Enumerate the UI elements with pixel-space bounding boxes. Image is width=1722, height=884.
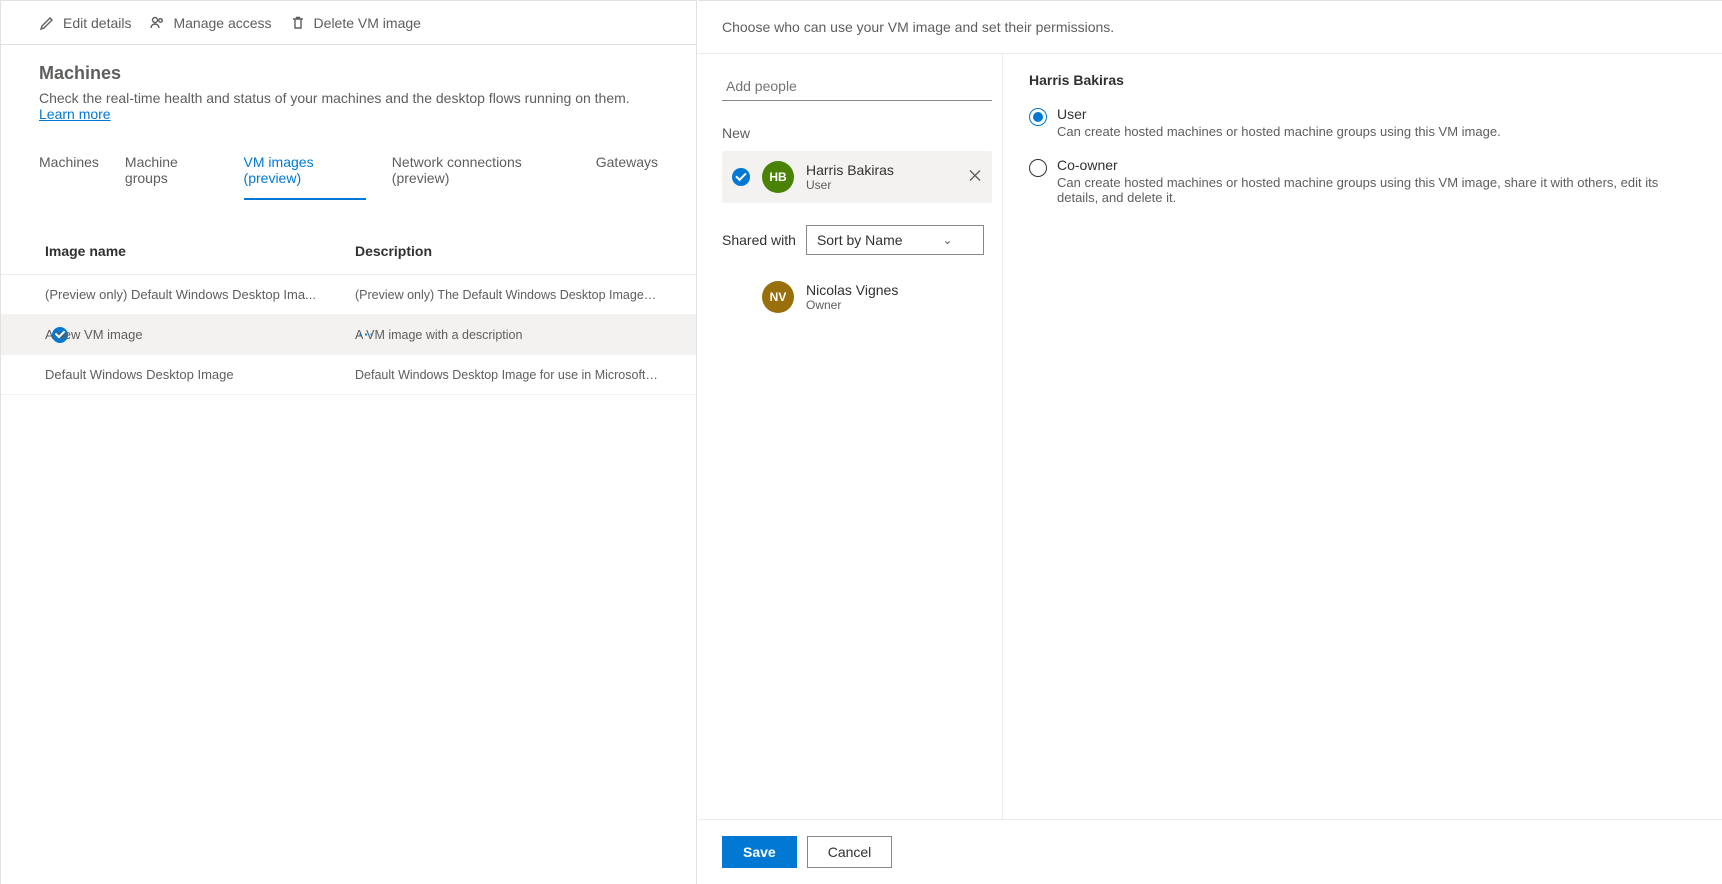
radio-icon [1029, 108, 1047, 126]
chevron-down-icon: ⌄ [943, 233, 953, 247]
person-row-new[interactable]: HB Harris Bakiras User [722, 151, 992, 203]
permission-title: Co-owner [1057, 157, 1696, 173]
tab-gateways[interactable]: Gateways [596, 144, 658, 200]
close-icon [968, 169, 982, 183]
person-role: Owner [806, 298, 898, 312]
tab-bar: Machines Machine groups VM images (previ… [1, 144, 696, 201]
permissions-column: Harris Bakiras User Can create hosted ma… [1003, 54, 1722, 819]
col-description[interactable]: Description [355, 243, 658, 259]
tab-network-connections[interactable]: Network connections (preview) [392, 144, 570, 200]
shared-with-label: Shared with [722, 232, 796, 248]
save-button[interactable]: Save [722, 836, 797, 868]
more-options-icon[interactable]: ⋮ [356, 326, 375, 343]
person-name: Harris Bakiras [806, 162, 894, 178]
check-icon [732, 168, 750, 186]
permission-option-coowner[interactable]: Co-owner Can create hosted machines or h… [1029, 157, 1696, 205]
radio-icon [1029, 159, 1047, 177]
sort-dropdown-label: Sort by Name [817, 232, 903, 248]
tab-machines[interactable]: Machines [39, 144, 99, 200]
tab-machine-groups[interactable]: Machine groups [125, 144, 218, 200]
row-desc: A VM image with a description [355, 328, 658, 342]
delete-vm-label: Delete VM image [314, 15, 421, 31]
permission-desc: Can create hosted machines or hosted mac… [1057, 124, 1501, 139]
permission-title: User [1057, 106, 1501, 122]
remove-person-button[interactable] [968, 169, 982, 186]
avatar: HB [762, 161, 794, 193]
command-bar: Edit details Manage access Delete VM ima… [1, 1, 696, 45]
pencil-icon [39, 15, 55, 31]
page-subtitle-text: Check the real-time health and status of… [39, 90, 630, 106]
row-name: Default Windows Desktop Image [45, 367, 355, 382]
page-subtitle: Check the real-time health and status of… [39, 90, 658, 122]
add-people-input[interactable] [722, 72, 992, 101]
permission-desc: Can create hosted machines or hosted mac… [1057, 175, 1696, 205]
manage-access-label: Manage access [173, 15, 271, 31]
table-row[interactable]: Default Windows Desktop Image Default Wi… [1, 355, 696, 395]
table-row[interactable]: A new VM image A VM image with a descrip… [1, 315, 696, 355]
person-row-shared[interactable]: NV Nicolas Vignes Owner [722, 271, 992, 323]
tab-vm-images[interactable]: VM images (preview) [244, 144, 366, 200]
trash-icon [290, 15, 306, 31]
avatar: NV [762, 281, 794, 313]
page-title: Machines [39, 63, 658, 84]
table-header-row: Image name Description [1, 235, 696, 275]
delete-vm-image-button[interactable]: Delete VM image [290, 15, 421, 31]
row-name: (Preview only) Default Windows Desktop I… [45, 287, 355, 302]
row-name: A new VM image [45, 327, 355, 342]
people-icon [149, 15, 165, 31]
sort-dropdown[interactable]: Sort by Name ⌄ [806, 225, 984, 255]
person-name: Nicolas Vignes [806, 282, 898, 298]
row-desc: Default Windows Desktop Image for use in… [355, 368, 658, 382]
edit-details-label: Edit details [63, 15, 131, 31]
share-panel: Choose who can use your VM image and set… [698, 0, 1722, 884]
detail-heading: Harris Bakiras [1029, 72, 1696, 88]
learn-more-link[interactable]: Learn more [39, 106, 111, 122]
row-desc: (Preview only) The Default Windows Deskt… [355, 288, 658, 302]
panel-instruction: Choose who can use your VM image and set… [698, 1, 1722, 54]
main-content: Edit details Manage access Delete VM ima… [0, 0, 697, 884]
table-row[interactable]: (Preview only) Default Windows Desktop I… [1, 275, 696, 315]
people-picker-column: New HB Harris Bakiras User Shared with S… [698, 54, 1003, 819]
col-image-name[interactable]: Image name [45, 243, 355, 259]
panel-body: New HB Harris Bakiras User Shared with S… [698, 54, 1722, 819]
permission-option-user[interactable]: User Can create hosted machines or hoste… [1029, 106, 1696, 139]
shared-with-row: Shared with Sort by Name ⌄ [722, 225, 992, 255]
cancel-button[interactable]: Cancel [807, 836, 893, 868]
person-role: User [806, 178, 894, 192]
edit-details-button[interactable]: Edit details [39, 15, 131, 31]
manage-access-button[interactable]: Manage access [149, 15, 271, 31]
panel-footer: Save Cancel [698, 819, 1722, 884]
vm-images-table: Image name Description (Preview only) De… [1, 235, 696, 395]
page-header: Machines Check the real-time health and … [1, 45, 696, 130]
new-section-label: New [722, 125, 992, 141]
